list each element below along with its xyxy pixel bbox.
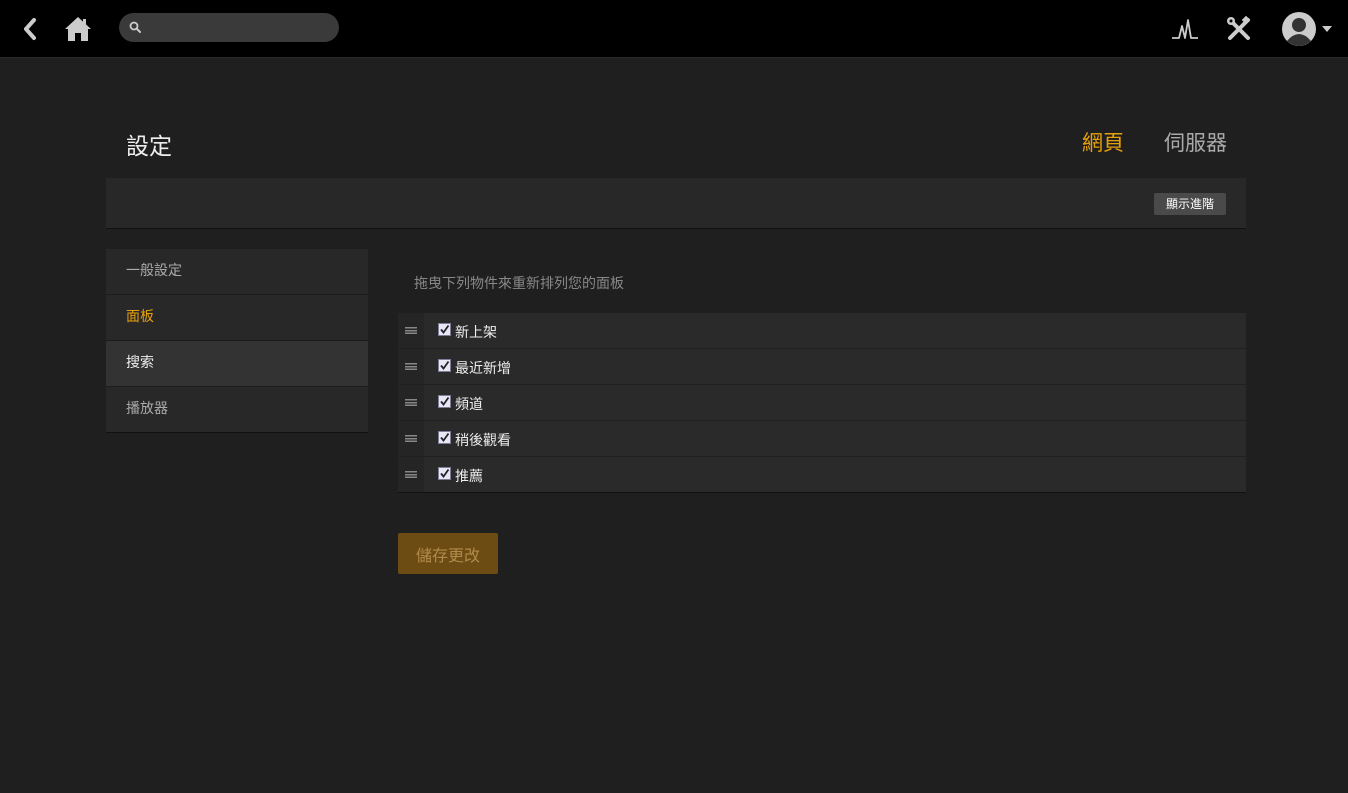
- page-title: 設定: [126, 134, 172, 160]
- tab-server[interactable]: 伺服器: [1164, 127, 1227, 157]
- settings-button[interactable]: [1222, 0, 1256, 57]
- home-icon: [65, 16, 91, 41]
- drag-handle-icon[interactable]: [398, 349, 424, 384]
- list-item: 稍後觀看: [398, 421, 1246, 457]
- show-advanced-button[interactable]: 顯示進階: [1153, 193, 1226, 215]
- panel-checkbox[interactable]: [438, 467, 451, 480]
- panel-label: 頻道: [455, 397, 483, 413]
- panel-checkbox[interactable]: [438, 323, 451, 336]
- settings-tabs: 網頁 伺服器: [1082, 127, 1227, 157]
- panel-checkbox[interactable]: [438, 359, 451, 372]
- tab-web[interactable]: 網頁: [1082, 127, 1124, 157]
- list-item: 推薦: [398, 457, 1246, 493]
- tools-icon: [1227, 15, 1251, 40]
- user-menu-button[interactable]: [1278, 0, 1336, 57]
- caret-down-icon: [1322, 25, 1332, 32]
- save-changes-button[interactable]: 儲存更改: [398, 533, 498, 574]
- drag-handle-icon[interactable]: [398, 421, 424, 456]
- panel-label: 推薦: [455, 469, 483, 485]
- reorder-hint: 拖曳下列物件來重新排列您的面板: [414, 276, 624, 292]
- panel-list: 新上架 最近新增 頻道 稍後觀看 推薦: [398, 313, 1246, 493]
- back-button[interactable]: [14, 0, 46, 57]
- drag-handle-icon[interactable]: [398, 313, 424, 348]
- settings-toolbar: 顯示進階: [106, 178, 1246, 229]
- avatar-icon: [1282, 11, 1316, 46]
- list-item: 最近新增: [398, 349, 1246, 385]
- search-icon: [129, 21, 141, 33]
- drag-handle-icon[interactable]: [398, 385, 424, 420]
- search-box[interactable]: [119, 13, 339, 42]
- activity-icon: [1172, 18, 1198, 39]
- drag-handle-icon[interactable]: [398, 457, 424, 492]
- sidebar-item-panels[interactable]: 面板: [106, 295, 368, 341]
- sidebar-item-search[interactable]: 搜索: [106, 341, 368, 387]
- list-item: 頻道: [398, 385, 1246, 421]
- panel-label: 稍後觀看: [455, 433, 511, 449]
- panel-checkbox[interactable]: [438, 395, 451, 408]
- panel-label: 新上架: [455, 325, 497, 341]
- sidebar-item-player[interactable]: 播放器: [106, 387, 368, 433]
- sidebar-item-general[interactable]: 一般設定: [106, 249, 368, 295]
- top-bar: [0, 0, 1348, 58]
- panel-label: 最近新增: [455, 361, 511, 377]
- activity-button[interactable]: [1168, 0, 1202, 57]
- list-item: 新上架: [398, 313, 1246, 349]
- search-input[interactable]: [147, 17, 331, 40]
- chevron-left-icon: [24, 17, 36, 40]
- settings-sidebar: 一般設定 面板 搜索 播放器: [106, 249, 368, 433]
- panel-checkbox[interactable]: [438, 431, 451, 444]
- home-button[interactable]: [60, 0, 96, 57]
